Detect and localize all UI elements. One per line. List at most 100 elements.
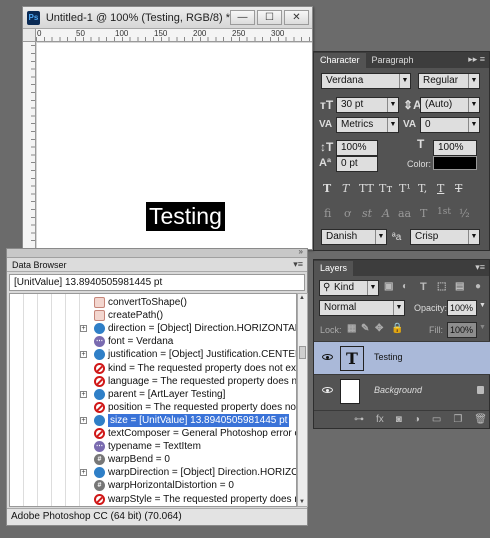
tree-row[interactable]: position = The requested property does n… (10, 401, 296, 414)
font-size-dropdown[interactable]: 30 pt ▼ (336, 97, 399, 113)
all-caps-button[interactable]: TT (359, 182, 374, 195)
swash-button[interactable]: st (362, 207, 372, 220)
tree-row[interactable]: + parent = [ArtLayer Testing] (10, 388, 296, 401)
layer-name[interactable]: Testing (374, 352, 403, 362)
eye-icon[interactable] (322, 354, 333, 360)
canvas-text-layer[interactable]: Testing (146, 202, 225, 231)
mask-icon[interactable]: ◙ (396, 414, 402, 425)
tree-row[interactable]: textComposer = General Photoshop error o… (10, 427, 296, 440)
tab-character[interactable]: Character (314, 53, 366, 68)
fill-field[interactable]: 100% (447, 322, 477, 338)
tracking-dropdown[interactable]: 0 ▼ (420, 117, 480, 133)
kerning-dropdown[interactable]: Metrics ▼ (336, 117, 399, 133)
expand-icon[interactable]: + (80, 469, 87, 477)
link-icon[interactable]: ⊶ (354, 414, 364, 425)
stylistic-alternates-button[interactable]: A (382, 207, 390, 220)
scroll-thumb[interactable] (299, 346, 306, 359)
tree-row[interactable]: # warpBend = 0 (10, 453, 296, 466)
text-color-swatch[interactable] (433, 156, 477, 170)
tree-row[interactable]: createPath() (10, 309, 296, 322)
panel-menu-icon[interactable]: ▾≡ (475, 262, 485, 273)
leading-dropdown[interactable]: (Auto) ▼ (420, 97, 480, 113)
ordinals-button[interactable]: T (420, 207, 427, 220)
trash-icon[interactable]: 🗑 (474, 414, 487, 425)
tab-layers[interactable]: Layers (314, 261, 354, 276)
underline-button[interactable]: T (437, 182, 444, 195)
value-field[interactable]: [UnitValue] 13.8940505981445 pt (9, 274, 305, 291)
collapse-icon[interactable]: » (299, 247, 303, 256)
faux-italic-button[interactable]: T (342, 182, 349, 195)
lock-transparency-icon[interactable]: ▦ (347, 322, 356, 336)
tree-row[interactable]: ⋯ typename = TextItem (10, 440, 296, 453)
expand-icon[interactable]: + (80, 325, 87, 333)
new-layer-icon[interactable]: ❐ (453, 414, 462, 425)
strikethrough-button[interactable]: T (455, 182, 462, 195)
lock-image-icon[interactable]: ✎ (361, 322, 369, 336)
vertical-scale-field[interactable]: 100% (336, 140, 378, 156)
baseline-shift-field[interactable]: 0 pt (336, 156, 378, 172)
panel-menu-icon[interactable]: ▾≡ (293, 259, 307, 270)
titling-alternates-button[interactable]: aa (398, 207, 411, 220)
old-style-button[interactable]: ơ (344, 207, 351, 220)
eye-icon[interactable] (322, 387, 333, 393)
tree-row[interactable]: + justification = [Object] Justification.… (10, 348, 296, 361)
small-caps-button[interactable]: Tт (379, 182, 392, 195)
document-canvas[interactable]: Testing (37, 43, 312, 249)
expand-icon[interactable]: + (80, 416, 87, 424)
filter-type-icon[interactable]: T (420, 280, 427, 294)
filter-toggle-icon[interactable]: ● (475, 280, 481, 294)
tree-row[interactable]: ⋯ font = Verdana (10, 335, 296, 348)
filter-smart-object-icon[interactable]: ▤ (455, 280, 464, 294)
tree-row[interactable]: + size = [UnitValue] 13.8940505981445 pt (10, 413, 296, 427)
ordinals-1st-button[interactable]: 1st (437, 207, 451, 217)
folder-icon[interactable]: ▭ (432, 414, 441, 425)
subscript-button[interactable]: T, (418, 182, 427, 195)
font-style-dropdown[interactable]: Regular ▼ (418, 73, 480, 89)
font-family-dropdown[interactable]: Verdana ▼ (321, 73, 411, 89)
tree-row[interactable]: + direction = [Object] Direction.HORIZONT… (10, 322, 296, 335)
layer-name[interactable]: Background (374, 385, 422, 395)
tab-paragraph[interactable]: Paragraph (366, 53, 420, 68)
tree-row[interactable]: convertToShape() (10, 296, 296, 309)
tree-row[interactable]: # warpHorizontalDistortion = 0 (10, 479, 296, 492)
tree-row[interactable]: kind = The requested property does not e… (10, 362, 296, 375)
close-button[interactable]: ✕ (284, 10, 309, 25)
maximize-button[interactable]: ☐ (257, 10, 282, 25)
tree-row[interactable]: warpStyle = The requested property does … (10, 493, 296, 506)
tree-scrollbar[interactable]: ▲ ▼ (297, 293, 308, 507)
fractions-button[interactable]: ½ (459, 207, 470, 220)
faux-bold-button[interactable]: T (323, 182, 331, 195)
lock-all-icon[interactable]: 🔒 (391, 322, 403, 336)
minimize-button[interactable]: — (230, 10, 255, 25)
layer-filter-dropdown[interactable]: ⚲ Kind ▼ (319, 280, 379, 296)
chevron-down-icon[interactable]: ▼ (479, 302, 486, 309)
horizontal-scale-field[interactable]: 100% (433, 140, 477, 156)
tree-row[interactable]: language = The requested property does n… (10, 375, 296, 388)
scroll-down-icon[interactable]: ▼ (299, 499, 305, 505)
scroll-up-icon[interactable]: ▲ (299, 295, 305, 301)
expand-icon[interactable]: + (80, 351, 87, 359)
blend-mode-dropdown[interactable]: Normal ▼ (319, 300, 405, 316)
layer-row-testing[interactable]: T Testing (314, 341, 490, 374)
adjustment-icon[interactable]: ◑ (414, 414, 420, 425)
object-tree[interactable]: convertToShape() createPath() + direction =… (9, 293, 297, 507)
panel-menu-icon[interactable]: ▸▸ ≡ (468, 54, 485, 65)
superscript-button[interactable]: T¹ (399, 182, 411, 195)
horizontal-ruler[interactable]: 0 50 100 150 200 250 300 (36, 29, 312, 42)
vertical-ruler[interactable] (23, 42, 36, 249)
opacity-field[interactable]: 100% (447, 300, 477, 316)
tree-row[interactable]: + warpDirection = [Object] Direction.HORI… (10, 466, 296, 479)
language-dropdown[interactable]: Danish ▼ (321, 229, 387, 245)
fx-icon[interactable]: fx (376, 414, 384, 425)
ruler-origin[interactable] (23, 29, 36, 42)
antialias-dropdown[interactable]: Crisp ▼ (410, 229, 480, 245)
expand-icon[interactable]: + (80, 390, 87, 398)
document-titlebar[interactable]: Ps Untitled-1 @ 100% (Testing, RGB/8) * … (23, 7, 312, 29)
filter-pixel-icon[interactable]: ▣ (384, 280, 393, 294)
chevron-down-icon[interactable]: ▼ (479, 324, 486, 331)
filter-shape-icon[interactable]: ⬚ (437, 280, 446, 294)
filter-adjustment-icon[interactable]: ◐ (402, 280, 408, 294)
layer-row-background[interactable]: Background (314, 374, 490, 407)
ligatures-button[interactable]: fi (324, 207, 331, 220)
lock-position-icon[interactable]: ✥ (375, 322, 383, 336)
